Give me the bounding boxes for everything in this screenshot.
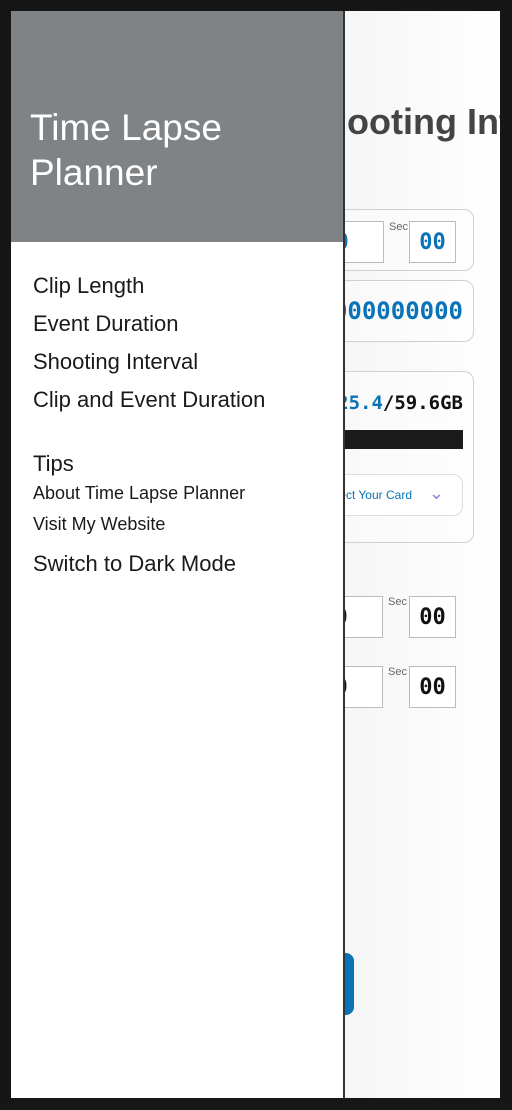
nav-clip-length[interactable]: Clip Length	[33, 273, 144, 299]
drawer-header: Time Lapse Planner	[11, 11, 343, 242]
screen: Shooting Interval 00 Sec 00 000000000 25…	[11, 11, 500, 1098]
nav-event-duration[interactable]: Event Duration	[33, 311, 179, 337]
clip-sec-input[interactable]: 00	[409, 596, 456, 638]
nav-tips[interactable]: Tips	[33, 451, 74, 477]
nav-clip-and-event-duration[interactable]: Clip and Event Duration	[33, 387, 265, 413]
event-sec-input[interactable]: 00	[409, 666, 456, 708]
navigation-drawer: Time Lapse Planner Clip Length Event Dur…	[11, 11, 345, 1098]
nav-website[interactable]: Visit My Website	[33, 514, 165, 535]
storage-total: /59.6GB	[382, 392, 463, 414]
nav-shooting-interval[interactable]: Shooting Interval	[33, 349, 198, 375]
app-title: Time Lapse Planner	[30, 107, 222, 193]
nav-about[interactable]: About Time Lapse Planner	[33, 483, 245, 504]
frames-value: 000000000	[332, 297, 463, 325]
sec-label: Sec	[388, 596, 407, 608]
storage-readout: 25.4/59.6GB	[337, 392, 463, 414]
interval-sec-input[interactable]: 00	[409, 221, 456, 263]
sec-label: Sec	[389, 221, 408, 233]
chevron-down-icon: ⌄	[428, 483, 444, 503]
nav-dark-mode[interactable]: Switch to Dark Mode	[33, 551, 236, 577]
sec-label: Sec	[388, 666, 407, 678]
